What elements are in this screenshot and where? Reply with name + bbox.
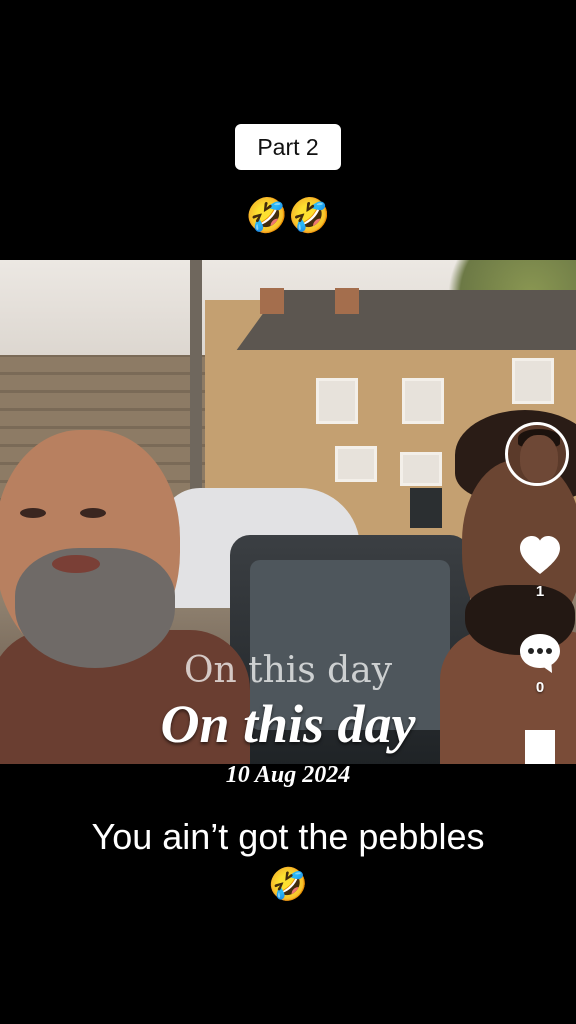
bottom-caption-emoji: 🤣 (268, 865, 308, 903)
reel-screen: Part 2 🤣🤣 On this day On this day 10 Aug… (0, 0, 576, 1024)
part-label: Part 2 (235, 124, 341, 170)
comment-icon[interactable] (516, 629, 564, 677)
video-chimney (335, 288, 359, 314)
video-window (316, 378, 358, 424)
comment-count: 0 (535, 679, 545, 696)
video-bin (410, 488, 442, 528)
overlay-title: On this day (160, 694, 416, 754)
video-window (402, 378, 444, 424)
creator-avatar[interactable] (505, 422, 569, 486)
like-count: 1 (535, 583, 545, 600)
avatar-face (520, 435, 558, 483)
video-chimney (260, 288, 284, 314)
video-window (400, 452, 442, 486)
bookmark-icon[interactable] (516, 728, 564, 764)
overlay-faded-text: On this day (183, 650, 393, 691)
video-window (512, 358, 554, 404)
top-emoji: 🤣🤣 (245, 196, 331, 236)
bottom-caption: You ain’t got the pebbles (91, 816, 485, 857)
video-window (335, 446, 377, 482)
heart-icon[interactable] (516, 532, 564, 580)
overlay-date: 10 Aug 2024 (225, 762, 351, 788)
